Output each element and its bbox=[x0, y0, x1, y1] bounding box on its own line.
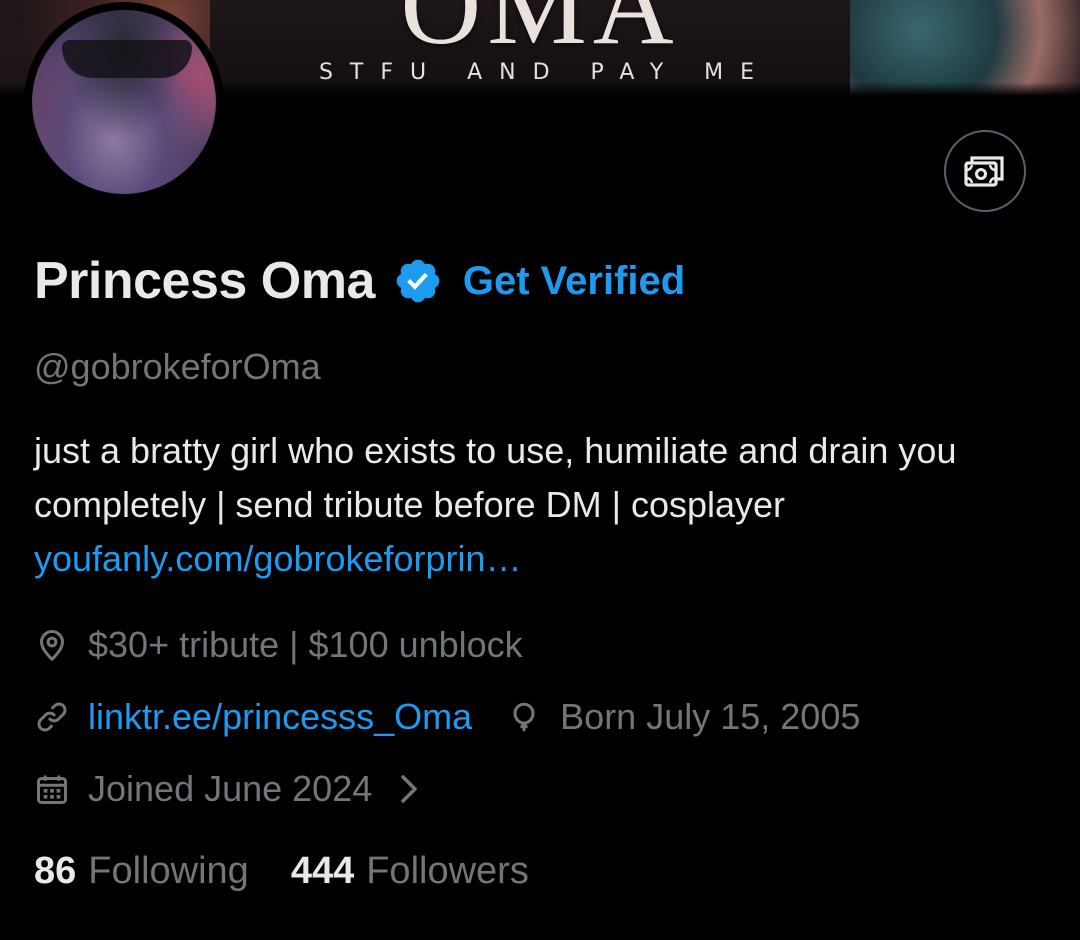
profile-page: OMA STFU AND PAY ME Princess Oma Get Ver… bbox=[0, 0, 1080, 940]
website-link[interactable]: linktr.ee/princesss_Oma bbox=[88, 696, 472, 738]
bio-link[interactable]: youfanly.com/gobrokeforprin… bbox=[34, 538, 522, 579]
website-birthday-row: linktr.ee/princesss_Oma Born July 15, 20… bbox=[34, 696, 860, 738]
follow-stats: 86 Following 444 Followers bbox=[34, 850, 529, 893]
calendar-icon bbox=[37, 775, 67, 804]
followers-count: 444 bbox=[290, 850, 355, 892]
name-row: Princess Oma Get Verified bbox=[34, 248, 685, 314]
bio-text: just a bratty girl who exists to use, hu… bbox=[34, 430, 957, 525]
following-count: 86 bbox=[34, 850, 77, 892]
followers-link[interactable]: 444 Followers bbox=[291, 850, 529, 893]
location-row: $30+ tribute | $100 unblock bbox=[34, 624, 523, 666]
chevron-right-icon[interactable] bbox=[394, 771, 424, 807]
followers-label: Followers bbox=[366, 850, 529, 892]
tip-button[interactable] bbox=[944, 130, 1026, 212]
get-verified-link[interactable]: Get Verified bbox=[463, 259, 685, 304]
location-text: $30+ tribute | $100 unblock bbox=[88, 624, 523, 665]
link-icon bbox=[37, 702, 67, 732]
user-handle: @gobrokeforOma bbox=[34, 346, 321, 387]
avatar-image bbox=[32, 10, 216, 194]
verified-badge-icon[interactable] bbox=[393, 256, 443, 306]
money-icon bbox=[964, 156, 1004, 187]
bio: just a bratty girl who exists to use, hu… bbox=[34, 424, 1034, 586]
display-name: Princess Oma bbox=[34, 252, 375, 310]
balloon-icon bbox=[513, 702, 535, 732]
joined-row[interactable]: Joined June 2024 bbox=[34, 768, 424, 810]
avatar[interactable] bbox=[24, 2, 224, 202]
following-label: Following bbox=[88, 850, 249, 892]
birthday-text: Born July 15, 2005 bbox=[560, 696, 861, 737]
location-pin-icon bbox=[39, 630, 65, 662]
joined-text: Joined June 2024 bbox=[88, 768, 373, 809]
following-link[interactable]: 86 Following bbox=[34, 850, 249, 893]
